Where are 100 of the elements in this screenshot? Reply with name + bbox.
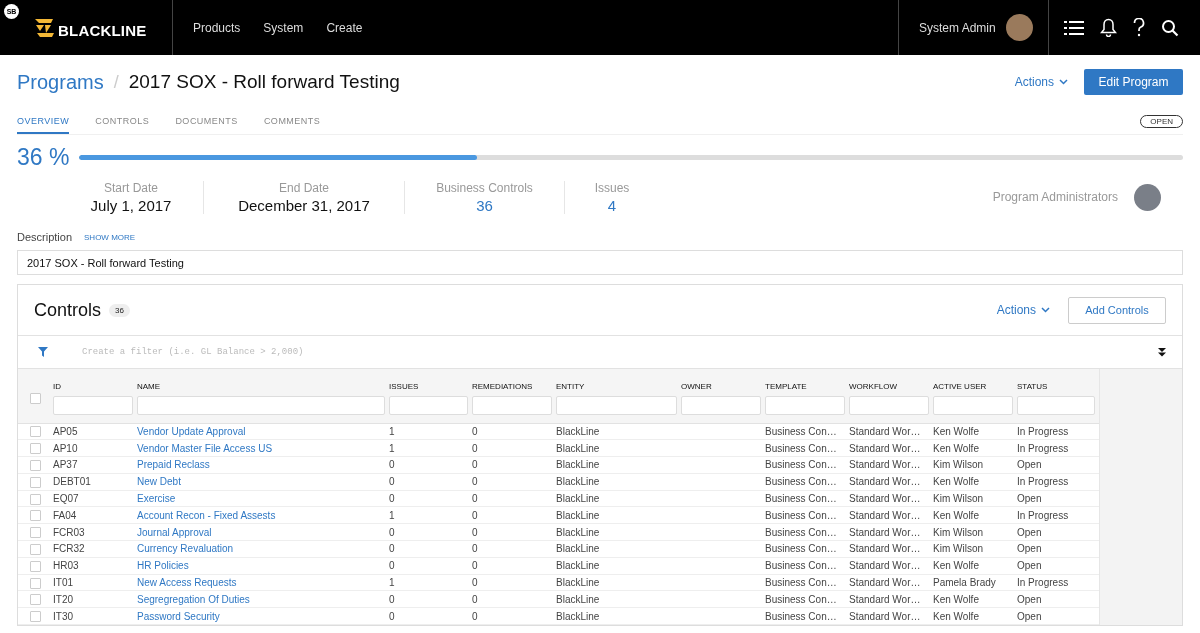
control-name-link[interactable]: HR Policies	[137, 560, 189, 572]
column-filter-input[interactable]	[1017, 396, 1095, 415]
row-checkbox[interactable]	[30, 493, 41, 505]
column-filter-input[interactable]	[472, 396, 552, 415]
control-name-link[interactable]: Account Recon - Fixed Assests	[137, 509, 276, 521]
breadcrumb-link[interactable]: Programs	[17, 70, 104, 94]
control-name-link[interactable]: New Access Requests	[137, 577, 237, 589]
tab[interactable]: COMMENTS	[263, 109, 321, 134]
collapse-icon[interactable]	[1158, 347, 1166, 357]
table-cell: Standard Wor…	[849, 560, 921, 572]
table-cell: Business Con…	[765, 425, 837, 437]
table-cell: Standard Wor…	[849, 459, 921, 471]
table-cell: Ken Wolfe	[933, 509, 979, 521]
control-name-link[interactable]: New Debt	[137, 476, 181, 488]
table-cell: Business Con…	[765, 593, 837, 605]
table-cell: 0	[389, 560, 395, 572]
table-cell: Pamela Brady	[933, 577, 996, 589]
row-checkbox[interactable]	[30, 527, 41, 539]
actions-dropdown[interactable]: Actions	[996, 303, 1050, 317]
table-cell: AP05	[53, 425, 78, 437]
filter-icon[interactable]	[38, 347, 48, 357]
table-cell: Open	[1017, 543, 1042, 555]
notification-icon[interactable]	[1100, 18, 1117, 37]
table-cell: EQ07	[53, 493, 79, 505]
column-filter-input[interactable]	[765, 396, 845, 415]
nav-link[interactable]: Products	[193, 20, 241, 35]
stat-label: Business Controls	[436, 180, 533, 195]
table-cell: BlackLine	[556, 593, 600, 605]
stat-value: December 31, 2017	[238, 196, 370, 214]
select-all-checkbox[interactable]	[30, 393, 41, 404]
nav-link[interactable]: System	[263, 20, 304, 35]
table-cell: Ken Wolfe	[933, 425, 979, 437]
control-name-link[interactable]: Currency Revaluation	[137, 543, 234, 555]
tab[interactable]: CONTROLS	[95, 109, 150, 134]
row-checkbox[interactable]	[30, 577, 41, 589]
edit-program-button[interactable]: Edit Program	[1084, 69, 1183, 95]
table-cell: In Progress	[1017, 509, 1069, 521]
control-name-link[interactable]: Vendor Update Approval	[137, 425, 246, 437]
table-cell: 0	[472, 459, 478, 471]
row-checkbox[interactable]	[30, 426, 41, 438]
column-filter-input[interactable]	[137, 396, 385, 415]
row-checkbox[interactable]	[30, 560, 41, 572]
row-checkbox[interactable]	[30, 594, 41, 606]
menu-icon[interactable]	[1064, 19, 1084, 36]
search-icon[interactable]	[1161, 18, 1179, 37]
avatar[interactable]	[1005, 14, 1033, 41]
show-more-link[interactable]: SHOW MORE	[84, 232, 136, 242]
stat-label: Start Date	[104, 180, 158, 195]
row-checkbox[interactable]	[30, 510, 41, 522]
column-filter-input[interactable]	[681, 396, 761, 415]
row-checkbox[interactable]	[30, 543, 41, 555]
row-checkbox[interactable]	[30, 476, 41, 488]
table-cell: HR03	[53, 560, 79, 572]
nav-link[interactable]: Create	[326, 20, 363, 35]
count-badge: 36	[109, 303, 130, 317]
table-cell: AP10	[53, 442, 78, 454]
table-cell: Standard Wor…	[849, 577, 921, 589]
table-cell: 0	[472, 493, 478, 505]
table-cell: 0	[472, 610, 478, 622]
add-controls-button[interactable]: Add Controls	[1068, 296, 1166, 324]
control-name-link[interactable]: Exercise	[137, 493, 176, 505]
control-name-link[interactable]: Prepaid Reclass	[137, 459, 210, 471]
actions-dropdown[interactable]: Actions	[1014, 75, 1068, 89]
control-name-link[interactable]: Journal Approval	[137, 526, 212, 538]
control-name-link[interactable]: Vendor Master File Access US	[137, 442, 273, 454]
control-name-link[interactable]: Password Security	[137, 610, 220, 622]
table-cell: 0	[472, 476, 478, 488]
column-filter-input[interactable]	[53, 396, 133, 415]
control-name-link[interactable]: Segregregation Of Duties	[137, 593, 250, 605]
stat-value-link[interactable]: 4	[607, 196, 617, 214]
row-checkbox[interactable]	[30, 443, 41, 455]
table-cell: 0	[472, 509, 478, 521]
table-cell: 0	[472, 526, 478, 538]
row-checkbox[interactable]	[30, 611, 41, 623]
column-filter-input[interactable]	[933, 396, 1013, 415]
avatar[interactable]	[1134, 183, 1161, 211]
column-filter-input[interactable]	[389, 396, 468, 415]
column-header: STATUS	[1017, 382, 1049, 393]
table-cell: 0	[389, 593, 395, 605]
help-icon[interactable]	[1133, 18, 1145, 37]
table-cell: Open	[1017, 593, 1042, 605]
row-checkbox[interactable]	[30, 459, 41, 471]
breadcrumb-separator: /	[113, 71, 119, 93]
stat-value-link[interactable]: 36	[476, 196, 493, 214]
column-filter-input[interactable]	[556, 396, 677, 415]
tab[interactable]: DOCUMENTS	[175, 109, 238, 134]
table-cell: Business Con…	[765, 493, 837, 505]
page-title: 2017 SOX - Roll forward Testing	[128, 71, 400, 93]
tab[interactable]: OVERVIEW	[17, 109, 70, 134]
table-cell: Ken Wolfe	[933, 593, 979, 605]
table-cell: BlackLine	[556, 476, 600, 488]
column-header: TEMPLATE	[765, 382, 808, 393]
column-filter-input[interactable]	[849, 396, 929, 415]
table-cell: Business Con…	[765, 509, 837, 521]
table-cell: 0	[472, 425, 478, 437]
caret-icon	[1059, 79, 1068, 85]
table-cell: Business Con…	[765, 543, 837, 555]
table-cell: Kim Wilson	[933, 543, 983, 555]
table-cell: Business Con…	[765, 526, 837, 538]
description-field[interactable]: 2017 SOX - Roll forward Testing	[17, 250, 1183, 275]
